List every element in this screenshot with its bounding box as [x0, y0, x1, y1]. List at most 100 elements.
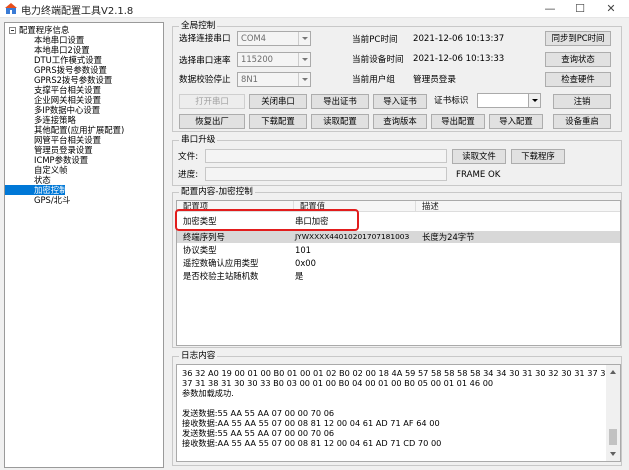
- log-line: 37 31 38 31 30 30 33 B0 03 00 01 00 B0 0…: [182, 378, 494, 388]
- tree-item-gprs-dial[interactable]: GPRS拨号参数设置: [5, 65, 163, 75]
- file-label: 文件:: [178, 152, 199, 162]
- chevron-down-icon[interactable]: [298, 32, 310, 45]
- table-row[interactable]: 协议类型 101: [177, 244, 620, 256]
- tree-item-local-serial[interactable]: 本地串口设置: [5, 35, 163, 45]
- tree-item-encryption-control[interactable]: 加密控制: [5, 185, 68, 195]
- close-button[interactable]: ✕: [597, 1, 625, 17]
- device-time-value: 2021-12-06 10:13:33: [413, 54, 505, 64]
- row-value: 101: [295, 245, 311, 255]
- scroll-thumb[interactable]: [609, 429, 617, 445]
- tree-item-netmgmt[interactable]: 网管平台相关设置: [5, 135, 163, 145]
- tree-item-gprs2-dial[interactable]: GPRS2拨号参数设置: [5, 75, 163, 85]
- table-row[interactable]: 是否校验主站随机数 是: [177, 270, 620, 282]
- row-item: 是否校验主站随机数: [183, 271, 259, 281]
- global-control-title: 全局控制: [179, 21, 218, 32]
- baud-select[interactable]: 115200: [237, 52, 311, 67]
- tree-item-local-serial2[interactable]: 本地串口2设置: [5, 45, 163, 55]
- tree-root[interactable]: 配置程序信息: [5, 25, 163, 35]
- tree-item-custom-frame[interactable]: 自定义帧: [5, 165, 163, 175]
- tree-item-dtu-mode[interactable]: DTU工作模式设置: [5, 55, 163, 65]
- open-port-button[interactable]: 打开串口: [179, 94, 245, 109]
- close-port-button[interactable]: 关闭串口: [249, 94, 307, 109]
- export-config-button[interactable]: 导出配置: [431, 114, 485, 129]
- port-value: COM4: [241, 33, 266, 43]
- parity-label: 数据校验停止: [179, 75, 231, 85]
- row-value: 是: [295, 271, 304, 281]
- import-cert-button[interactable]: 导入证书: [373, 94, 427, 109]
- row-item: 终端序列号: [183, 232, 225, 242]
- pc-time-value: 2021-12-06 10:13:37: [413, 34, 505, 44]
- tree-item-encryption-label: 加密控制: [34, 185, 68, 195]
- column-header-desc[interactable]: 描述: [416, 201, 620, 212]
- tree-item-multi-connection[interactable]: 多连接策略: [5, 115, 163, 125]
- row-desc: 长度为24字节: [422, 232, 475, 242]
- file-path-input[interactable]: [205, 149, 447, 163]
- tree-item-other-config[interactable]: 其他配置(应用扩展配置): [5, 125, 163, 135]
- progress-label: 进度:: [178, 170, 199, 180]
- device-time-label: 当前设备时间: [352, 55, 404, 65]
- reboot-device-button[interactable]: 设备重启: [553, 114, 611, 129]
- title-bar: 电力终端配置工具V2.1.8 — ☐ ✕: [0, 0, 629, 18]
- log-line: 参数加载成功.: [182, 388, 234, 398]
- download-program-button[interactable]: 下载程序: [511, 149, 565, 164]
- port-select[interactable]: COM4: [237, 31, 311, 46]
- user-group-label: 当前用户组: [352, 75, 395, 85]
- window-title: 电力终端配置工具V2.1.8: [21, 6, 134, 17]
- tree-item-admin-login[interactable]: 管理员登录设置: [5, 145, 163, 155]
- query-version-button[interactable]: 查询版本: [373, 114, 427, 129]
- row-item: 协议类型: [183, 245, 217, 255]
- logout-button[interactable]: 注销: [553, 94, 611, 109]
- read-file-button[interactable]: 读取文件: [452, 149, 506, 164]
- tree-item-icmp[interactable]: ICMP参数设置: [5, 155, 163, 165]
- row-value: 0x00: [295, 258, 316, 268]
- scroll-up-icon[interactable]: [606, 365, 620, 379]
- highlight-annotation: [175, 209, 359, 231]
- sync-pc-time-button[interactable]: 同步到PC时间: [545, 31, 611, 46]
- baud-label: 选择串口速率: [179, 56, 231, 66]
- upgrade-status-text: FRAME OK: [456, 170, 501, 180]
- log-line: 接收数据:AA 55 AA 55 07 00 08 81 12 00 04 61…: [182, 418, 440, 428]
- parity-value: 8N1: [241, 74, 258, 84]
- chevron-down-icon[interactable]: [298, 73, 310, 86]
- import-config-button[interactable]: 导入配置: [489, 114, 543, 129]
- config-content-title: 配置内容-加密控制: [179, 187, 255, 198]
- user-group-value: 管理员登录: [413, 75, 456, 85]
- app-logo-icon: [5, 3, 17, 14]
- serial-upgrade-title: 串口升级: [179, 135, 218, 146]
- cert-id-select[interactable]: [477, 93, 541, 108]
- cert-id-label: 证书标识: [434, 96, 469, 106]
- scroll-down-icon[interactable]: [606, 447, 620, 461]
- chevron-down-icon[interactable]: [528, 94, 540, 107]
- log-line: 发送数据:55 AA 55 AA 07 00 00 70 06: [182, 408, 335, 418]
- tree-item-status[interactable]: 状态: [5, 175, 163, 185]
- query-status-button[interactable]: 查询状态: [545, 52, 611, 67]
- maximize-button[interactable]: ☐: [566, 1, 594, 17]
- row-item: 遥控数确认应用类型: [183, 258, 259, 268]
- baud-value: 115200: [241, 54, 273, 64]
- config-tree[interactable]: 配置程序信息 本地串口设置 本地串口2设置 DTU工作模式设置 GPRS拨号参数…: [4, 22, 164, 468]
- chevron-down-icon[interactable]: [298, 53, 310, 66]
- minimize-button[interactable]: —: [536, 1, 564, 17]
- export-cert-button[interactable]: 导出证书: [311, 94, 369, 109]
- log-title: 日志内容: [179, 351, 218, 362]
- read-config-button[interactable]: 读取配置: [311, 114, 369, 129]
- tree-item-gps[interactable]: GPS/北斗: [5, 195, 163, 205]
- tree-item-enterprise-gateway[interactable]: 企业网关相关设置: [5, 95, 163, 105]
- collapse-icon[interactable]: [9, 27, 16, 34]
- tree-item-support-platform[interactable]: 支撑平台相关设置: [5, 85, 163, 95]
- factory-reset-button[interactable]: 恢复出厂: [179, 114, 245, 129]
- port-label: 选择连接串口: [179, 34, 231, 44]
- row-value: JYWXXXX4401020170718100З: [295, 232, 410, 241]
- pc-time-label: 当前PC时间: [352, 35, 398, 45]
- log-textarea[interactable]: 36 32 A0 19 00 01 00 B0 01 00 01 02 B0 0…: [176, 364, 621, 462]
- check-hardware-button[interactable]: 检查硬件: [545, 72, 611, 87]
- tree-root-label: 配置程序信息: [19, 25, 70, 35]
- table-row[interactable]: 遥控数确认应用类型 0x00: [177, 257, 620, 269]
- table-row[interactable]: 终端序列号 JYWXXXX4401020170718100З 长度为24字节: [177, 231, 620, 243]
- tree-item-multi-ip[interactable]: 多IP数据中心设置: [5, 105, 163, 115]
- download-config-button[interactable]: 下载配置: [249, 114, 307, 129]
- log-scrollbar[interactable]: [606, 365, 620, 461]
- parity-select[interactable]: 8N1: [237, 72, 311, 87]
- log-line: 发送数据:55 AA 55 AA 07 00 00 70 06: [182, 428, 335, 438]
- log-line: 36 32 A0 19 00 01 00 B0 01 00 01 02 B0 0…: [182, 368, 611, 378]
